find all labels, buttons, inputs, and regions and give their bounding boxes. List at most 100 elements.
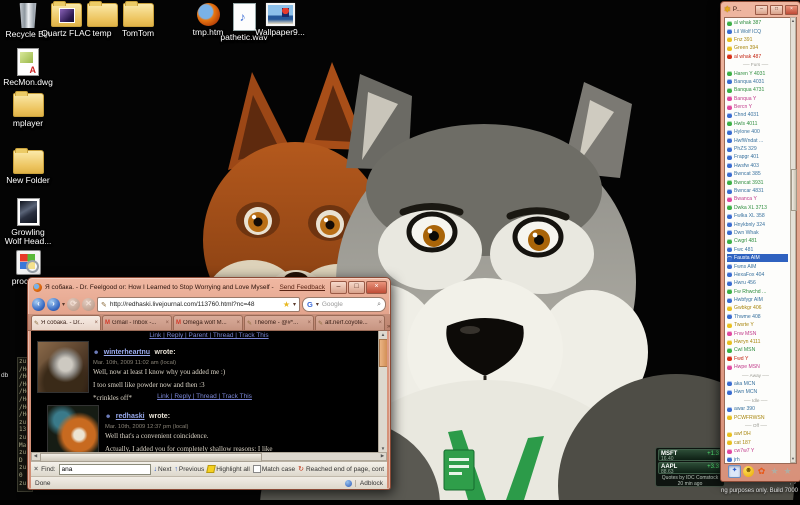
contact-row[interactable]: Dwn Whak xyxy=(727,229,788,237)
scrollbar-thumb[interactable] xyxy=(791,169,797,211)
contact-row[interactable]: Bwncat 3931 xyxy=(727,178,788,186)
comment-1-username[interactable]: winterheartnu xyxy=(104,349,150,356)
hscrollbar-thumb[interactable] xyxy=(40,453,262,462)
contact-row[interactable]: Banqua Y xyxy=(727,95,788,103)
contact-row[interactable]: aka MCN xyxy=(727,380,788,388)
contact-group-row[interactable]: ── Away ── xyxy=(727,371,788,379)
contact-list-scrollbar[interactable]: ▲ ▼ xyxy=(790,17,796,463)
match-case-checkbox[interactable]: Match case xyxy=(253,465,295,473)
minimize-button[interactable]: – xyxy=(330,281,347,294)
contact-row[interactable]: Hwls 4011 xyxy=(727,120,788,128)
contact-row[interactable]: Fausta AIM xyxy=(727,254,788,262)
contact-group-row[interactable]: ── Furs ── xyxy=(727,61,788,69)
contact-row[interactable]: Gwbkgr 406 xyxy=(727,304,788,312)
url-text[interactable]: http://redhaski.livejournal.com/113760.h… xyxy=(110,301,280,308)
contact-row[interactable]: al whak 487 xyxy=(727,53,788,61)
contact-row[interactable]: Frapgr 401 xyxy=(727,153,788,161)
contact-row[interactable]: Fnz 391 xyxy=(727,36,788,44)
contact-row[interactable]: Banqua 4731 xyxy=(727,86,788,94)
contact-row[interactable]: Haren Y 4031 xyxy=(727,69,788,77)
highlight-all-button[interactable]: Highlight all xyxy=(207,465,250,473)
bookmark-star-icon[interactable]: ★ xyxy=(283,301,290,309)
star-icon[interactable]: ★ xyxy=(782,466,793,477)
send-feedback-link[interactable]: Send Feedback xyxy=(279,284,325,291)
minimize-button[interactable]: – xyxy=(755,5,768,15)
contact-row[interactable]: awar 390 xyxy=(727,405,788,413)
back-button[interactable]: ‹ xyxy=(32,298,45,311)
contact-row[interactable]: Dwka XL 3713 xyxy=(727,204,788,212)
vertical-scrollbar[interactable]: ▲ ▼ xyxy=(378,331,387,452)
close-button[interactable]: × xyxy=(366,281,387,294)
contact-row[interactable]: HwfWndat ... xyxy=(727,136,788,144)
tab-5[interactable]: ✎alt.nerf.coyote...× xyxy=(315,315,385,330)
contact-group-row[interactable]: ── Off ── xyxy=(727,422,788,430)
scroll-down-icon[interactable]: ▼ xyxy=(791,456,795,462)
tab-close-icon[interactable]: × xyxy=(165,320,169,326)
contact-row[interactable]: Bercn Y xyxy=(727,103,788,111)
yahoo-icon[interactable]: ☻ xyxy=(743,466,754,477)
search-magnifier-icon[interactable]: ⌕ xyxy=(377,301,381,309)
firefox-titlebar[interactable]: Я собака. - Dr. Feelgood or: How I Learn… xyxy=(28,278,390,295)
maximize-button[interactable]: □ xyxy=(348,281,365,294)
contact-row[interactable]: jrh xyxy=(727,455,788,463)
contact-row[interactable]: cat 187 xyxy=(727,439,788,447)
scroll-up-icon[interactable]: ▲ xyxy=(379,331,387,338)
scroll-right-icon[interactable]: ▶ xyxy=(379,453,386,460)
contact-row[interactable]: Hwn MCN xyxy=(727,388,788,396)
desktop-icon-new-folder[interactable]: New Folder xyxy=(2,150,54,185)
reload-button[interactable]: ⟳ xyxy=(67,298,80,311)
desktop-icon-recmon-dwg[interactable]: RecMon.dwg xyxy=(2,48,54,87)
contact-row[interactable]: Hylone 400 xyxy=(727,128,788,136)
star-icon[interactable]: ★ xyxy=(769,466,780,477)
contact-row[interactable]: Thwme 408 xyxy=(727,313,788,321)
scroll-up-icon[interactable]: ▲ xyxy=(791,18,795,24)
forward-button[interactable]: › xyxy=(47,298,60,311)
contact-row[interactable]: awf DH xyxy=(727,430,788,438)
desktop-icon-growling-wolf-head[interactable]: Growling Wolf Head... xyxy=(2,198,54,247)
address-bar[interactable]: ✎ http://redhaski.livejournal.com/113760… xyxy=(97,297,300,312)
contact-row[interactable]: Hwru 456 xyxy=(727,279,788,287)
contact-row[interactable]: Chnd 4031 xyxy=(727,111,788,119)
tab-close-icon[interactable]: × xyxy=(94,320,98,326)
contact-row[interactable]: Hwbfygr AIM xyxy=(727,296,788,304)
url-dropdown-icon[interactable]: ▾ xyxy=(293,301,296,308)
tab-overflow-icon[interactable]: » xyxy=(387,324,390,330)
contact-group-row[interactable]: ── Idle ── xyxy=(727,397,788,405)
adblock-label[interactable]: Adblock xyxy=(355,480,383,487)
msn-icon[interactable]: ✦ xyxy=(728,465,741,478)
tab-close-icon[interactable]: × xyxy=(307,320,311,326)
contact-row[interactable]: Hwpe MSN xyxy=(727,363,788,371)
contact-row[interactable]: Hnykbnly 324 xyxy=(727,220,788,228)
comment-2-username[interactable]: redhaski xyxy=(116,413,145,420)
tab-close-icon[interactable]: × xyxy=(236,320,240,326)
contact-row[interactable]: Twsrte Y xyxy=(727,321,788,329)
contact-row[interactable]: Fwc 481 xyxy=(727,246,788,254)
contact-row[interactable]: al whak 387 xyxy=(727,19,788,27)
comment-1-links[interactable]: Link | Reply | Thread | Track This xyxy=(31,393,378,400)
horizontal-scrollbar[interactable]: ◀ ▶ xyxy=(31,452,387,461)
comment-links-top[interactable]: Link | Reply | Parent | Thread | Track T… xyxy=(31,332,387,339)
contact-row[interactable]: Cwgrl 481 xyxy=(727,237,788,245)
contact-row[interactable]: Fwns AIM xyxy=(727,262,788,270)
contact-row[interactable]: PhZS 329 xyxy=(727,145,788,153)
tab-close-icon[interactable]: × xyxy=(378,320,382,326)
history-dropdown-icon[interactable]: ▾ xyxy=(62,301,65,308)
tab-2[interactable]: MGmail - Inbox -...× xyxy=(102,315,172,330)
contact-row[interactable]: cw7w7 Y xyxy=(727,447,788,455)
contact-row[interactable]: Hwryn 4111 xyxy=(727,338,788,346)
comment-2-avatar[interactable] xyxy=(47,405,99,452)
contact-row[interactable]: Banqua 4031 xyxy=(727,78,788,86)
contact-row[interactable]: Lil Wolf ICQ xyxy=(727,27,788,35)
contact-row[interactable]: Fnw MSN xyxy=(727,329,788,337)
contact-row[interactable]: HexaFox 404 xyxy=(727,271,788,279)
desktop-icon-tomtom[interactable]: TomTom xyxy=(112,3,164,38)
scroll-down-icon[interactable]: ▼ xyxy=(379,445,387,452)
contact-row[interactable]: Bwncar 4831 xyxy=(727,187,788,195)
find-input[interactable] xyxy=(59,464,151,475)
tab-4[interactable]: ✎Theome - @#*...× xyxy=(244,315,314,330)
contact-row[interactable]: Cwl MSN xyxy=(727,346,788,354)
contact-row[interactable]: Bwanca Y xyxy=(727,195,788,203)
contact-row[interactable]: PCWFRWSN xyxy=(727,413,788,421)
maximize-button[interactable]: □ xyxy=(770,5,783,15)
find-close-icon[interactable]: × xyxy=(34,466,38,473)
